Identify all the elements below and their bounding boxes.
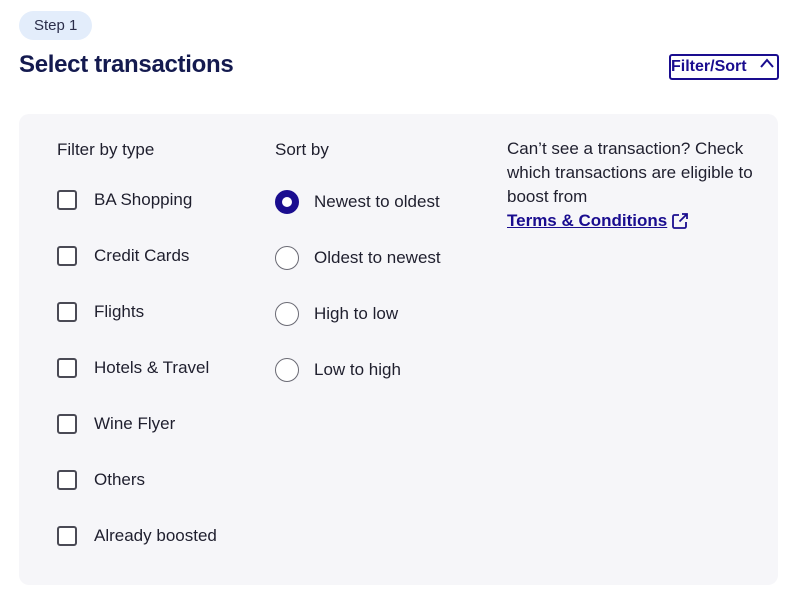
filter-sort-panel: Filter by type BA Shopping Credit Cards … [19, 114, 778, 585]
radio-button[interactable] [275, 302, 299, 326]
radio-button[interactable] [275, 358, 299, 382]
sort-by-heading: Sort by [275, 140, 329, 159]
filter-option-credit-cards[interactable]: Credit Cards [57, 246, 189, 266]
option-label: Hotels & Travel [94, 358, 210, 377]
terms-conditions-link[interactable]: Terms & Conditions [507, 209, 689, 233]
filter-sort-button[interactable]: Filter/Sort [669, 54, 779, 80]
filter-option-flights[interactable]: Flights [57, 302, 144, 322]
sort-option-high-to-low[interactable]: High to low [275, 302, 398, 326]
sort-option-newest-to-oldest[interactable]: Newest to oldest [275, 190, 440, 214]
info-text: Can’t see a transaction? Check which tra… [507, 139, 753, 206]
info-text-block: Can’t see a transaction? Check which tra… [507, 137, 757, 233]
filter-option-already-boosted[interactable]: Already boosted [57, 526, 217, 546]
checkbox[interactable] [57, 190, 77, 210]
chevron-up-icon [760, 58, 774, 68]
filter-by-type-heading: Filter by type [57, 140, 155, 159]
option-label: Already boosted [94, 526, 217, 545]
sort-option-low-to-high[interactable]: Low to high [275, 358, 401, 382]
filter-option-ba-shopping[interactable]: BA Shopping [57, 190, 192, 210]
filter-option-others[interactable]: Others [57, 470, 145, 490]
option-label: Others [94, 470, 146, 489]
filter-option-wine-flyer[interactable]: Wine Flyer [57, 414, 175, 434]
filter-sort-label: Filter/Sort [671, 58, 747, 75]
step-badge: Step 1 [19, 11, 93, 40]
option-label: Flights [94, 302, 145, 321]
option-label: Newest to oldest [314, 192, 440, 211]
checkbox[interactable] [57, 470, 77, 490]
option-label: Oldest to newest [314, 248, 441, 267]
option-label: Wine Flyer [94, 414, 176, 433]
option-label: Credit Cards [94, 246, 190, 265]
external-link-icon [672, 213, 689, 229]
checkbox[interactable] [57, 302, 77, 322]
checkbox[interactable] [57, 246, 77, 266]
radio-button[interactable] [275, 246, 299, 270]
page-title: Select transactions [19, 51, 234, 78]
radio-button-selected[interactable] [275, 190, 299, 214]
checkbox[interactable] [57, 526, 77, 546]
checkbox[interactable] [57, 414, 77, 434]
filter-option-hotels-travel[interactable]: Hotels & Travel [57, 358, 209, 378]
terms-conditions-label: Terms & Conditions [507, 211, 668, 230]
option-label: Low to high [314, 360, 401, 379]
option-label: BA Shopping [94, 190, 193, 209]
checkbox[interactable] [57, 358, 77, 378]
option-label: High to low [314, 304, 399, 323]
sort-option-oldest-to-newest[interactable]: Oldest to newest [275, 246, 441, 270]
